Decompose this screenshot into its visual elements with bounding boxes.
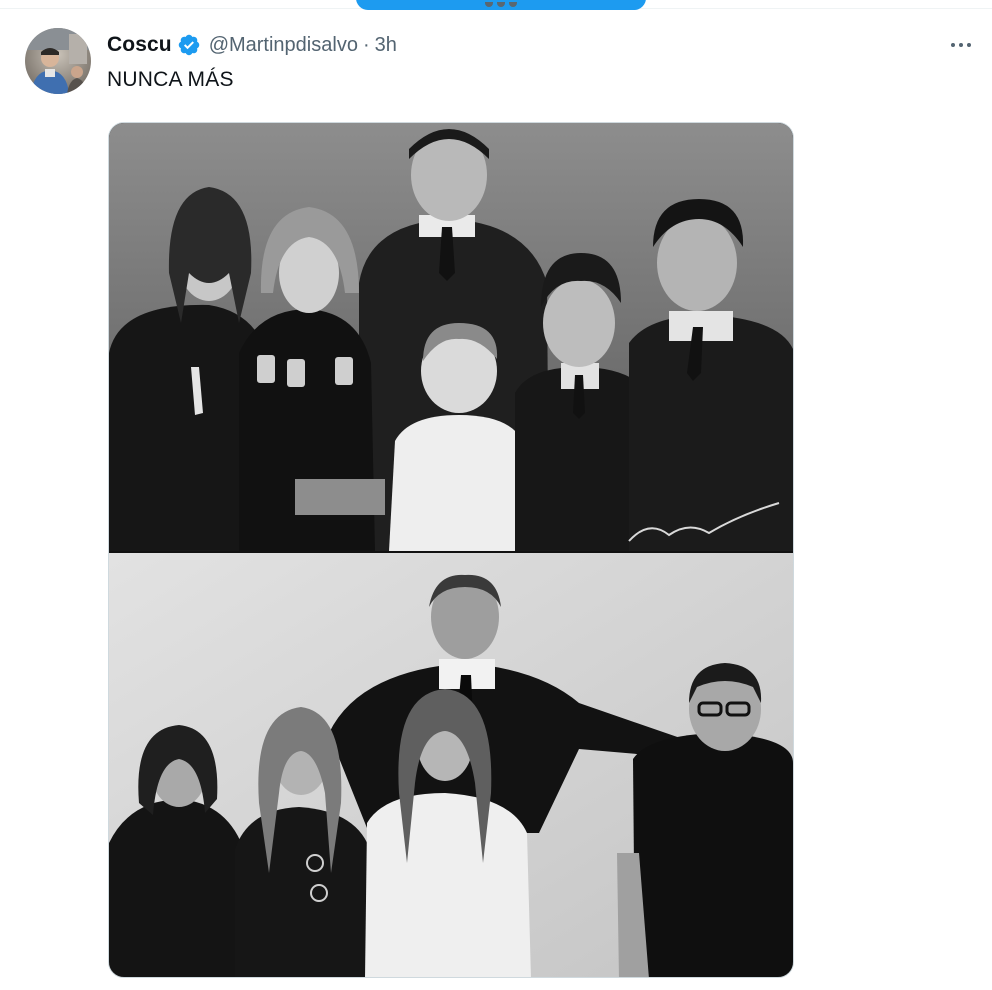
author-handle[interactable]: @Martinpdisalvo bbox=[209, 34, 358, 57]
vintage-family-photo[interactable] bbox=[109, 123, 793, 551]
verified-badge-icon bbox=[177, 33, 201, 57]
recent-family-photo[interactable] bbox=[109, 553, 793, 978]
pill-avatars bbox=[485, 2, 517, 7]
dot-separator: · bbox=[362, 33, 370, 56]
tweet-text: NUNCA MÁS bbox=[107, 68, 234, 91]
timestamp[interactable]: 3h bbox=[375, 34, 397, 57]
avatar[interactable] bbox=[25, 28, 91, 94]
more-options-icon[interactable] bbox=[942, 32, 980, 58]
tweet-media[interactable] bbox=[108, 122, 794, 978]
avatar-image bbox=[25, 28, 91, 94]
author-name[interactable]: Coscu bbox=[107, 33, 172, 57]
tweet-header: Coscu @Martinpdisalvo · 3h bbox=[107, 32, 397, 58]
new-posts-pill[interactable] bbox=[356, 0, 646, 10]
